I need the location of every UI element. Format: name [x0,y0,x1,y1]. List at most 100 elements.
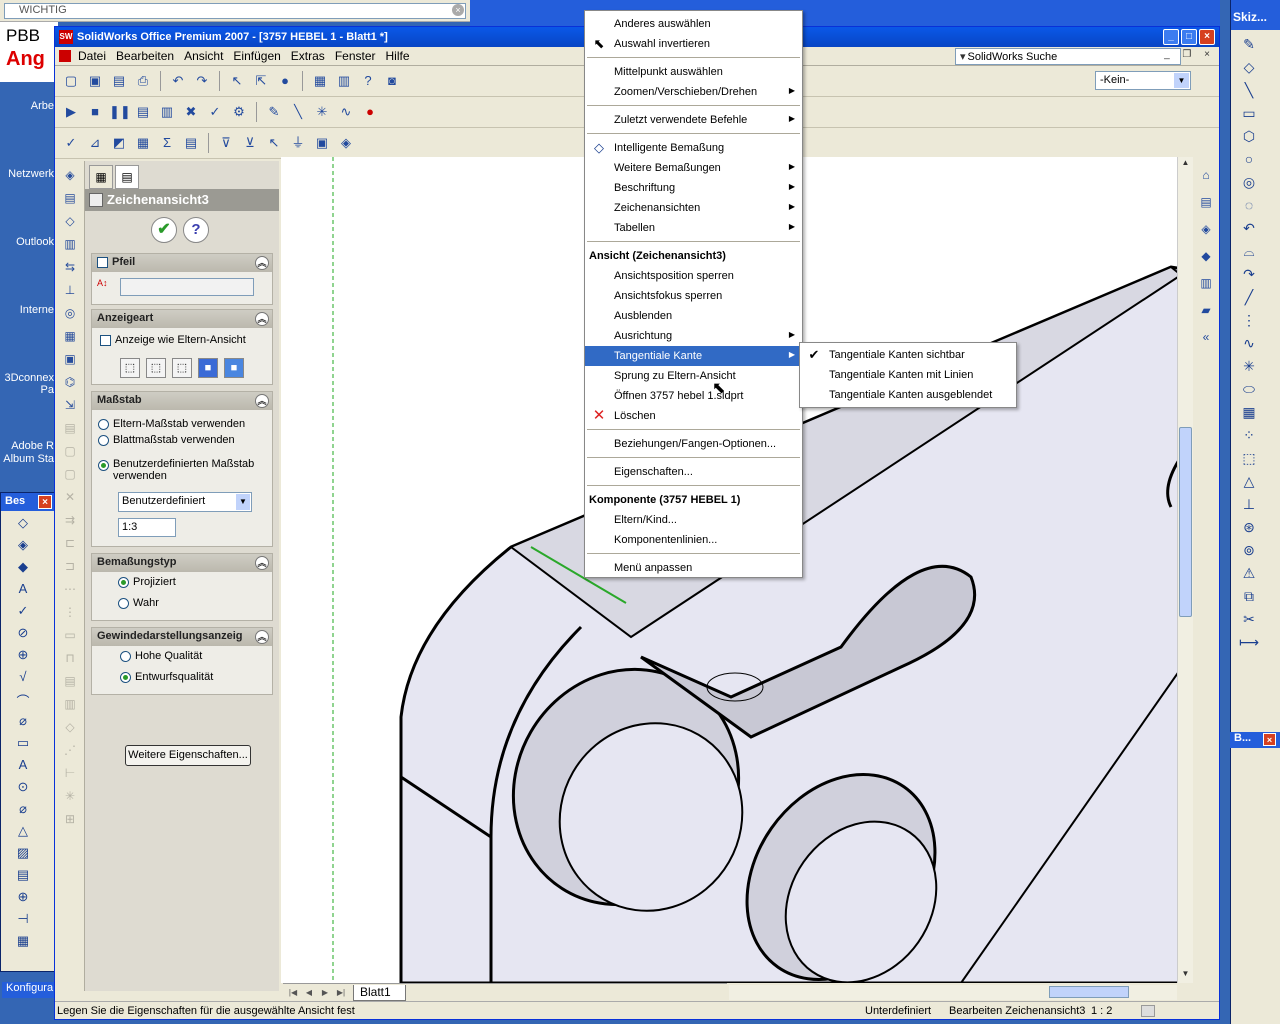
close-icon[interactable]: × [38,495,52,509]
projiziert-radio[interactable] [118,576,129,588]
table-icon[interactable]: ▤ [181,133,201,153]
sketch-icon[interactable]: ✎ [264,102,284,122]
point-icon[interactable]: ✳ [1238,357,1260,375]
view-icon[interactable]: ⋮ [60,603,80,621]
feature-tree-tab[interactable]: ▦ [89,165,113,189]
warning-icon[interactable]: △ [1238,472,1260,490]
close-icon[interactable]: × [1263,733,1276,746]
scroll-down-icon[interactable]: ▼ [1179,969,1192,982]
record-icon[interactable]: ● [360,102,380,122]
scroll-up-icon[interactable]: ▲ [1179,158,1192,171]
rebuild-icon[interactable]: ● [275,71,295,91]
smart-dimension-icon[interactable]: ◇ [1238,58,1260,76]
help-icon[interactable]: ? [358,71,378,91]
layer-icon[interactable]: ▦ [310,71,330,91]
filter-icon[interactable]: ▣ [312,133,332,153]
select-icon[interactable]: ↖ [264,133,284,153]
rectangle-icon[interactable]: ▭ [1238,104,1260,122]
sketch-icon[interactable]: ✎ [1238,35,1260,53]
view-icon[interactable]: ▥ [60,235,80,253]
view-icon[interactable]: ⊥ [60,281,80,299]
menu-item-tangentiale-kante[interactable]: Tangentiale Kante ▶ [585,346,802,366]
massstab-group-header[interactable]: Maßstab ︽ [92,392,272,410]
spline-icon[interactable]: ∿ [336,102,356,122]
polygon-icon[interactable]: ⬡ [1238,127,1260,145]
surface-finish-icon[interactable]: √ [13,669,33,687]
collapse-icon[interactable]: ︽ [255,256,269,270]
dimension-icon[interactable]: ◆ [13,559,33,577]
shaded-with-edges-button[interactable]: ■ [198,358,218,378]
hidden-lines-visible-button[interactable]: ⬚ [146,358,166,378]
view-icon[interactable]: ⊢ [60,764,80,782]
view-icon[interactable]: ◈ [60,166,80,184]
macro-icon[interactable]: ▤ [133,102,153,122]
pattern-icon[interactable]: ⁘ [1238,426,1260,444]
view-icon[interactable]: ▦ [60,327,80,345]
benutzer-massstab-option[interactable]: Benutzerdefinierten Maßstab verwenden [98,458,266,482]
block-icon[interactable]: ▤ [13,867,33,885]
dowel-pin-icon[interactable]: ⌀ [13,801,33,819]
filter-icon[interactable]: ⊻ [240,133,260,153]
bemassungstyp-group-header[interactable]: Bemaßungstyp ︽ [92,554,272,572]
note-icon[interactable]: A [13,581,33,599]
tool-icon[interactable]: ✓ [205,102,225,122]
menu-fenster[interactable]: Fenster [330,49,381,63]
view-icon[interactable]: ⊓ [60,649,80,667]
undo-icon[interactable]: ↶ [168,71,188,91]
menu-item-ausrichtung[interactable]: Ausrichtung ▶ [585,326,802,346]
view-icon[interactable]: ▤ [60,419,80,437]
menu-item-loeschen[interactable]: ✕ Löschen [585,406,802,426]
relation-icon[interactable]: ⊥ [1238,495,1260,513]
desktop-icon[interactable]: Album Sta [0,453,56,465]
desktop-icon[interactable]: Arbe [0,100,56,112]
view-icon[interactable]: ⊏ [60,534,80,552]
eltern-massstab-radio[interactable] [98,418,109,430]
wichtig-field[interactable]: WICHTIG [4,3,466,19]
close-icon[interactable]: × [452,4,464,16]
dimension-icon[interactable]: ⊿ [85,133,105,153]
entwurfsqualitaet-option[interactable]: Entwurfsqualität [120,671,213,683]
menu-item-beschriftung[interactable]: Beschriftung ▶ [585,178,802,198]
circle-icon[interactable]: ○ [1238,150,1260,168]
menu-item-ansichtsfokus[interactable]: Ansichtsfokus sperren [585,286,802,306]
horizontal-scrollbar[interactable] [729,985,1177,1000]
play-icon[interactable]: ▶ [61,102,81,122]
home-icon[interactable]: ⌂ [1197,166,1215,184]
view-icon[interactable]: ▤ [60,189,80,207]
menu-item-tabellen[interactable]: Tabellen ▶ [585,218,802,238]
arc-icon[interactable]: ↶ [1238,219,1260,237]
view-icon[interactable]: ⇲ [60,396,80,414]
filter-icon[interactable]: ⊽ [216,133,236,153]
sheet-tab[interactable]: Blatt1 [353,984,406,1001]
menu-item-intelligente-bemassung[interactable]: ◇ Intelligente Bemaßung [585,138,802,158]
entwurfsqualitaet-radio[interactable] [120,671,131,683]
view-icon[interactable]: ⊐ [60,557,80,575]
pause-icon[interactable]: ❚❚ [109,102,131,122]
view-icon[interactable]: ◇ [60,718,80,736]
collapse-icon[interactable]: ︽ [255,630,269,644]
help-button[interactable]: ? [183,217,209,243]
gewinde-group-header[interactable]: Gewindedarstellungsanzeig ︽ [92,628,272,646]
circle-icon[interactable]: ◎ [1238,173,1260,191]
menu-item-beziehungen[interactable]: Beziehungen/Fangen-Optionen... [585,434,802,454]
menu-bearbeiten[interactable]: Bearbeiten [111,49,179,63]
wahr-option[interactable]: Wahr [118,597,159,609]
save-icon[interactable]: ▤ [109,71,129,91]
library-icon[interactable]: ▤ [1197,193,1215,211]
close-button[interactable]: × [1199,29,1215,45]
wireframe-button[interactable]: ⬚ [120,358,140,378]
last-sheet-icon[interactable]: ▶| [335,987,347,999]
hole-callout-icon[interactable]: ⌀ [13,713,33,731]
mdi-controls[interactable]: _ ❐ × [1164,49,1215,60]
chevron-down-icon[interactable]: ▼ [1174,73,1189,88]
collapse-icon[interactable]: ︽ [255,556,269,570]
menu-hilfe[interactable]: Hilfe [381,49,415,63]
desktop-icon[interactable]: Pa [0,384,56,396]
view-icon[interactable]: ▥ [60,695,80,713]
hscroll-thumb[interactable] [1049,986,1129,998]
desktop-icon[interactable]: 3Dconnex [0,372,56,384]
menu-datei[interactable]: Datei [73,49,111,63]
property-tab[interactable]: ▤ [115,165,139,189]
view-icon[interactable]: ◇ [60,212,80,230]
relation-icon[interactable]: ⊚ [1238,541,1260,559]
